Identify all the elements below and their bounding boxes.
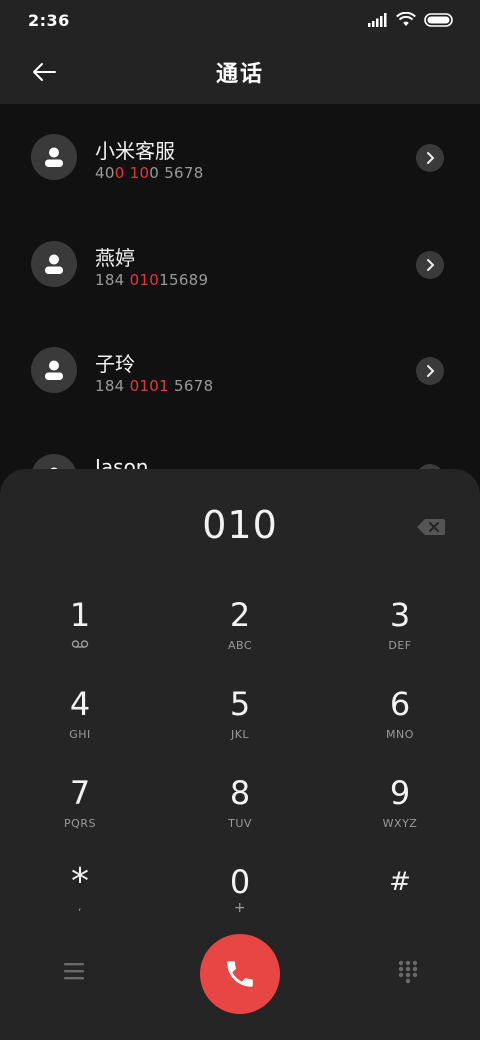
avatar bbox=[31, 241, 77, 287]
person-icon bbox=[45, 254, 63, 274]
key-letters: JKL bbox=[230, 728, 250, 741]
contact-detail-button[interactable] bbox=[416, 144, 444, 172]
status-time: 2:36 bbox=[28, 11, 70, 30]
key-letters: GHI bbox=[69, 728, 91, 741]
contact-detail-button[interactable] bbox=[416, 251, 444, 279]
key-digit: * bbox=[71, 861, 89, 902]
contact-item[interactable]: 燕婷 184 01015689 bbox=[0, 211, 480, 311]
avatar bbox=[31, 347, 77, 393]
contact-number: 184 01015689 bbox=[95, 271, 208, 289]
menu-button[interactable] bbox=[58, 959, 90, 985]
key-letters: , bbox=[78, 900, 82, 913]
key-7[interactable]: 7 PQRS bbox=[20, 775, 140, 855]
contact-list: 小米客服 400 100 5678 燕婷 184 01015689 子玲 184… bbox=[0, 104, 480, 484]
dialpad-icon bbox=[398, 960, 418, 984]
key-letters: DEF bbox=[388, 639, 412, 652]
key-3[interactable]: 3 DEF bbox=[340, 597, 460, 677]
contact-detail-button[interactable] bbox=[416, 357, 444, 385]
status-icons bbox=[368, 12, 454, 27]
key-letters: WXYZ bbox=[382, 817, 418, 830]
page-title: 通话 bbox=[215, 62, 264, 87]
number-segment: 184 bbox=[95, 271, 130, 289]
number-segment: 5678 bbox=[168, 377, 214, 395]
backspace-icon bbox=[417, 519, 445, 535]
contact-name: 燕婷 bbox=[95, 246, 135, 270]
key-digit: 0 bbox=[229, 863, 251, 901]
voicemail-icon bbox=[20, 639, 140, 653]
key-8[interactable]: 8 TUV bbox=[180, 775, 300, 855]
key-letters: PQRS bbox=[64, 817, 96, 830]
contact-number: 184 0101 5678 bbox=[95, 377, 213, 395]
contact-name: 子玲 bbox=[95, 352, 135, 376]
dialer-action-bar bbox=[0, 934, 480, 1014]
number-match-segment: 0 bbox=[114, 164, 125, 182]
status-bar: 2:36 bbox=[0, 0, 480, 40]
contact-item[interactable]: 小米客服 400 100 5678 bbox=[0, 104, 480, 204]
wifi-icon bbox=[396, 12, 416, 26]
chevron-right-icon bbox=[427, 259, 435, 271]
person-icon bbox=[45, 147, 63, 167]
menu-icon bbox=[64, 963, 84, 980]
number-segment: 0 5678 bbox=[149, 164, 204, 182]
key-star[interactable]: * , bbox=[20, 864, 140, 944]
number-match-segment: 010 bbox=[129, 271, 160, 289]
key-hash[interactable]: # bbox=[340, 864, 460, 944]
key-5[interactable]: 5 JKL bbox=[180, 686, 300, 766]
key-letters: ABC bbox=[227, 639, 253, 652]
key-digit: 9 bbox=[389, 774, 411, 812]
signal-icon bbox=[368, 12, 387, 27]
key-letters: TUV bbox=[228, 817, 252, 830]
number-segment: 15689 bbox=[159, 271, 209, 289]
key-4[interactable]: 4 GHI bbox=[20, 686, 140, 766]
key-9[interactable]: 9 WXYZ bbox=[340, 775, 460, 855]
key-digit: 4 bbox=[69, 685, 91, 723]
dialer-sheet: 010 1 2 ABC 3 DEF 4 GHI 5 JKL 6 MNO 7 PQ… bbox=[0, 469, 480, 1040]
number-segment: 40 bbox=[95, 164, 115, 182]
keypad-toggle-button[interactable] bbox=[392, 956, 424, 988]
number-match-segment: 10 bbox=[129, 164, 150, 182]
battery-icon bbox=[424, 12, 453, 27]
number-segment: 184 bbox=[95, 377, 130, 395]
dial-input[interactable]: 010 bbox=[0, 503, 480, 547]
backspace-button[interactable] bbox=[416, 517, 446, 537]
phone-icon bbox=[227, 961, 253, 987]
key-letters bbox=[340, 906, 460, 920]
key-digit: 5 bbox=[229, 685, 251, 723]
app-header: 通话 bbox=[0, 40, 480, 104]
avatar bbox=[31, 134, 77, 180]
number-match-segment: 0101 bbox=[129, 377, 169, 395]
contact-name: 小米客服 bbox=[95, 139, 175, 163]
key-letters: + bbox=[233, 900, 247, 916]
key-digit: 2 bbox=[229, 596, 251, 634]
call-button[interactable] bbox=[200, 934, 280, 1014]
key-digit: 3 bbox=[389, 596, 411, 634]
key-digit: 1 bbox=[69, 596, 91, 634]
key-digit: 7 bbox=[69, 774, 91, 812]
key-digit: 8 bbox=[229, 774, 251, 812]
key-2[interactable]: 2 ABC bbox=[180, 597, 300, 677]
contact-number: 400 100 5678 bbox=[95, 164, 204, 182]
key-0[interactable]: 0 + bbox=[180, 864, 300, 944]
contact-item[interactable]: 子玲 184 0101 5678 bbox=[0, 317, 480, 417]
key-digit: 6 bbox=[389, 685, 411, 723]
key-6[interactable]: 6 MNO bbox=[340, 686, 460, 766]
key-digit: # bbox=[389, 867, 411, 897]
key-1[interactable]: 1 bbox=[20, 597, 140, 677]
key-letters: MNO bbox=[386, 728, 414, 741]
chevron-right-icon bbox=[427, 365, 435, 377]
chevron-right-icon bbox=[427, 152, 435, 164]
person-icon bbox=[45, 360, 63, 380]
